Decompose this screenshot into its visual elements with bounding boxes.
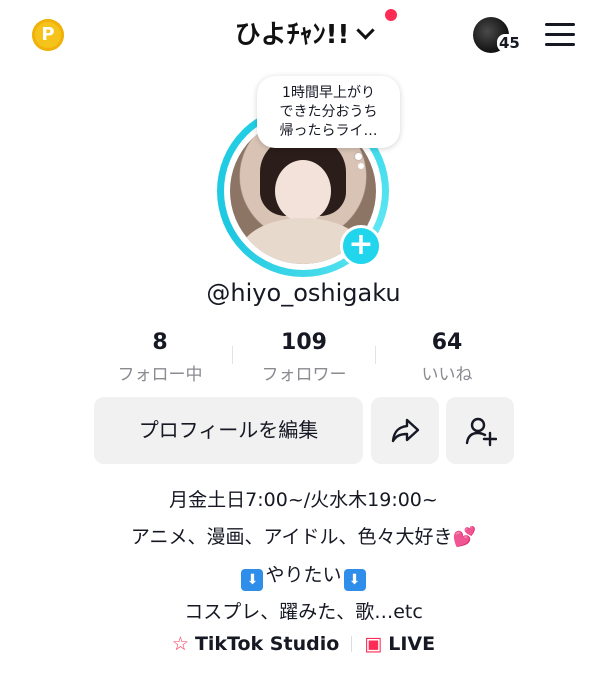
bubble-line: できた分おうち: [279, 104, 378, 120]
add-friend-button[interactable]: [446, 397, 514, 464]
bio-line: コスプレ、躍みた、歌…etc: [184, 601, 423, 623]
add-story-button[interactable]: +: [340, 225, 382, 267]
following-stat[interactable]: 8 フォロー中: [90, 330, 230, 385]
bubble-tail: [355, 153, 362, 160]
followers-stat[interactable]: 109 フォロワー: [234, 330, 374, 385]
bubble-line: 帰ったらライ…: [279, 123, 378, 139]
studio-icon: ☆: [171, 633, 189, 655]
divider: [375, 346, 376, 364]
bubble-tail: [358, 163, 364, 169]
account-title: ひよﾁｬﾝ!!: [234, 20, 350, 50]
tiktok-studio-link[interactable]: ☆ TikTok Studio: [172, 633, 339, 655]
edit-profile-label: プロフィールを編集: [138, 418, 319, 442]
menu-icon[interactable]: [545, 23, 575, 53]
stat-label: いいね: [421, 365, 473, 385]
bio-line: 月金土日7:00~/火水木19:00~: [169, 489, 438, 511]
divider: [351, 636, 353, 652]
bio-text: やりたい: [265, 564, 342, 586]
bubble-line: 1時間早上がり: [282, 85, 375, 101]
stat-value: 109: [281, 330, 327, 355]
live-link[interactable]: ▣ LIVE: [364, 633, 435, 655]
down-arrow-icon: ⬇: [241, 569, 264, 591]
status-bubble[interactable]: 1時間早上がり できた分おうち 帰ったらライ…: [257, 76, 400, 148]
down-arrow-icon: ⬇: [343, 569, 366, 591]
stat-value: 64: [431, 330, 463, 355]
stat-label: フォロー中: [117, 365, 203, 385]
edit-profile-button[interactable]: プロフィールを編集: [94, 397, 363, 464]
share-icon: [391, 418, 420, 443]
bio-line: アニメ、漫画、アイドル、色々大好き💕: [0, 522, 607, 549]
live-icon: ▣: [364, 633, 383, 655]
bio-text: アニメ、漫画、アイドル、色々大好き: [130, 526, 453, 548]
chevron-down-icon: [356, 21, 376, 40]
studio-label: TikTok Studio: [194, 633, 340, 655]
add-user-icon: [465, 417, 497, 447]
bio-line: ⬇ やりたい ⬇: [0, 560, 607, 591]
stat-label: フォロワー: [261, 365, 347, 385]
notification-dot: [385, 9, 397, 21]
live-label: LIVE: [388, 633, 436, 655]
notification-count: 45: [497, 34, 522, 52]
likes-stat[interactable]: 64 いいね: [377, 330, 517, 385]
stat-value: 8: [152, 330, 168, 355]
share-profile-button[interactable]: [371, 397, 439, 464]
heart-icon: 💕: [452, 526, 477, 548]
plus-icon: +: [348, 227, 374, 262]
divider: [232, 346, 233, 364]
username: @hiyo_oshigaku: [206, 279, 401, 307]
profile-links: ☆ TikTok Studio ▣ LIVE: [0, 633, 607, 655]
